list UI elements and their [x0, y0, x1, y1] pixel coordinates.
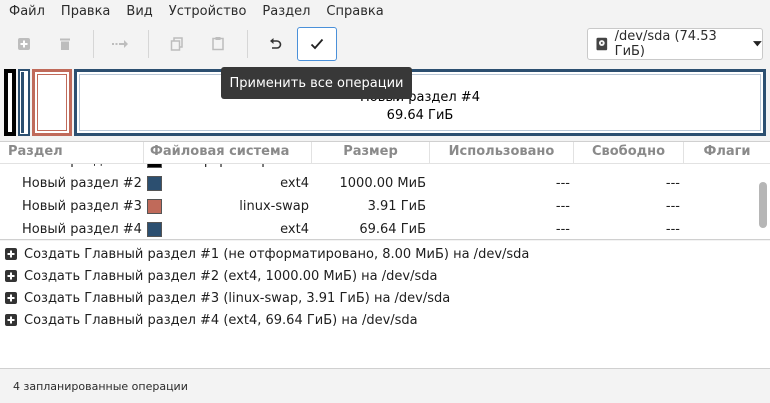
column-header-filesystem[interactable]: Файловая система: [144, 142, 312, 164]
partition-name: Новый раздел #4: [22, 222, 142, 237]
status-text: 4 запланированные операции: [13, 380, 188, 393]
operation-label: Создать Главный раздел #3 (linux-swap, 3…: [24, 290, 451, 306]
apply-button[interactable]: [297, 27, 337, 61]
fs-color-swatch: [147, 222, 162, 237]
undo-button[interactable]: [257, 27, 293, 60]
list-item[interactable]: Создать Главный раздел #4 (ext4, 69.64 Г…: [0, 309, 770, 331]
table-scrollbar[interactable]: [759, 164, 767, 239]
apply-tooltip: Применить все операции: [221, 67, 412, 99]
list-item[interactable]: Создать Главный раздел #3 (linux-swap, 3…: [0, 287, 770, 309]
column-header-flags[interactable]: Флаги: [684, 142, 770, 164]
copy-icon: [170, 36, 183, 51]
disk-icon: [596, 37, 608, 51]
delete-icon: [60, 38, 70, 50]
partition-table: Новый раздел #1 не отформатировано 8.00 …: [0, 141, 770, 240]
disk-segment-partition-3[interactable]: [32, 69, 72, 136]
filesystem: ext4: [280, 176, 309, 191]
used: ---: [555, 199, 570, 214]
add-operation-icon: [5, 270, 17, 282]
size: 1000.00 МиБ: [339, 176, 426, 191]
free: ---: [665, 222, 680, 237]
resize-move-button[interactable]: [102, 27, 138, 60]
column-header-used[interactable]: Использовано: [430, 142, 574, 164]
menu-help[interactable]: Справка: [318, 0, 391, 24]
partition-name: Новый раздел #2: [22, 176, 142, 191]
paste-icon: [212, 37, 224, 51]
filesystem: ext4: [280, 222, 309, 237]
menu-edit[interactable]: Правка: [53, 0, 118, 24]
list-item[interactable]: Создать Главный раздел #1 (не отформатир…: [0, 243, 770, 265]
size: 69.64 ГиБ: [359, 222, 426, 237]
segment-size: 69.64 ГиБ: [386, 108, 454, 123]
disk-segment-partition-4[interactable]: Новый раздел #4 69.64 ГиБ: [74, 69, 766, 136]
column-header-size[interactable]: Размер: [312, 142, 430, 164]
apply-checkmark-icon: [310, 38, 324, 50]
menu-bar: Файл Правка Вид Устройство Раздел Справк…: [0, 0, 770, 24]
fs-color-swatch: [147, 176, 162, 191]
filesystem: linux-swap: [239, 199, 309, 214]
operation-label: Создать Главный раздел #4 (ext4, 69.64 Г…: [24, 312, 418, 328]
new-partition-button[interactable]: [6, 27, 42, 60]
operation-label: Создать Главный раздел #2 (ext4, 1000.00…: [24, 268, 438, 284]
resize-move-icon: [112, 39, 128, 48]
table-row[interactable]: Новый раздел #4 ext4 69.64 ГиБ --- ---: [0, 218, 758, 239]
disk-segment-partition-2[interactable]: [18, 69, 30, 136]
new-partition-icon: [18, 37, 30, 50]
partition-name: Новый раздел #3: [22, 199, 142, 214]
menu-file[interactable]: Файл: [0, 0, 53, 24]
operation-label: Создать Главный раздел #1 (не отформатир…: [24, 246, 530, 262]
menu-view[interactable]: Вид: [118, 0, 160, 24]
copy-button[interactable]: [159, 27, 195, 60]
free: ---: [665, 176, 680, 191]
list-item[interactable]: Создать Главный раздел #2 (ext4, 1000.00…: [0, 265, 770, 287]
scrollbar-thumb[interactable]: [759, 182, 767, 228]
table-row[interactable]: Новый раздел #3 linux-swap 3.91 ГиБ --- …: [0, 195, 758, 218]
add-operation-icon: [5, 248, 17, 260]
add-operation-icon: [5, 292, 17, 304]
column-header-partition[interactable]: Раздел: [0, 142, 144, 164]
table-row[interactable]: Новый раздел #2 ext4 1000.00 МиБ --- ---: [0, 172, 758, 195]
delete-button[interactable]: [47, 27, 83, 60]
device-label: /dev/sda (74.53 ГиБ): [614, 29, 717, 59]
segment-name: Новый раздел #4: [360, 90, 480, 105]
fs-color-swatch: [147, 199, 162, 214]
toolbar-separator: [247, 30, 248, 58]
used: ---: [555, 176, 570, 191]
undo-icon: [270, 37, 282, 49]
chevron-down-icon: [753, 41, 762, 47]
disk-segment-partition-1[interactable]: [4, 69, 16, 136]
menu-device[interactable]: Устройство: [161, 0, 255, 24]
free: ---: [665, 199, 680, 214]
used: ---: [555, 222, 570, 237]
toolbar-separator: [148, 30, 149, 58]
column-header-free[interactable]: Свободно: [574, 142, 684, 164]
partition-table-header: Раздел Файловая система Размер Использов…: [0, 142, 770, 164]
menu-partition[interactable]: Раздел: [254, 0, 318, 24]
device-selector[interactable]: /dev/sda (74.53 ГиБ): [587, 28, 763, 60]
paste-button[interactable]: [200, 27, 236, 60]
toolbar-separator: [93, 30, 94, 58]
size: 3.91 ГиБ: [367, 199, 426, 214]
pending-operations-list: Создать Главный раздел #1 (не отформатир…: [0, 241, 770, 369]
status-bar: 4 запланированные операции: [0, 370, 770, 403]
add-operation-icon: [5, 314, 17, 326]
